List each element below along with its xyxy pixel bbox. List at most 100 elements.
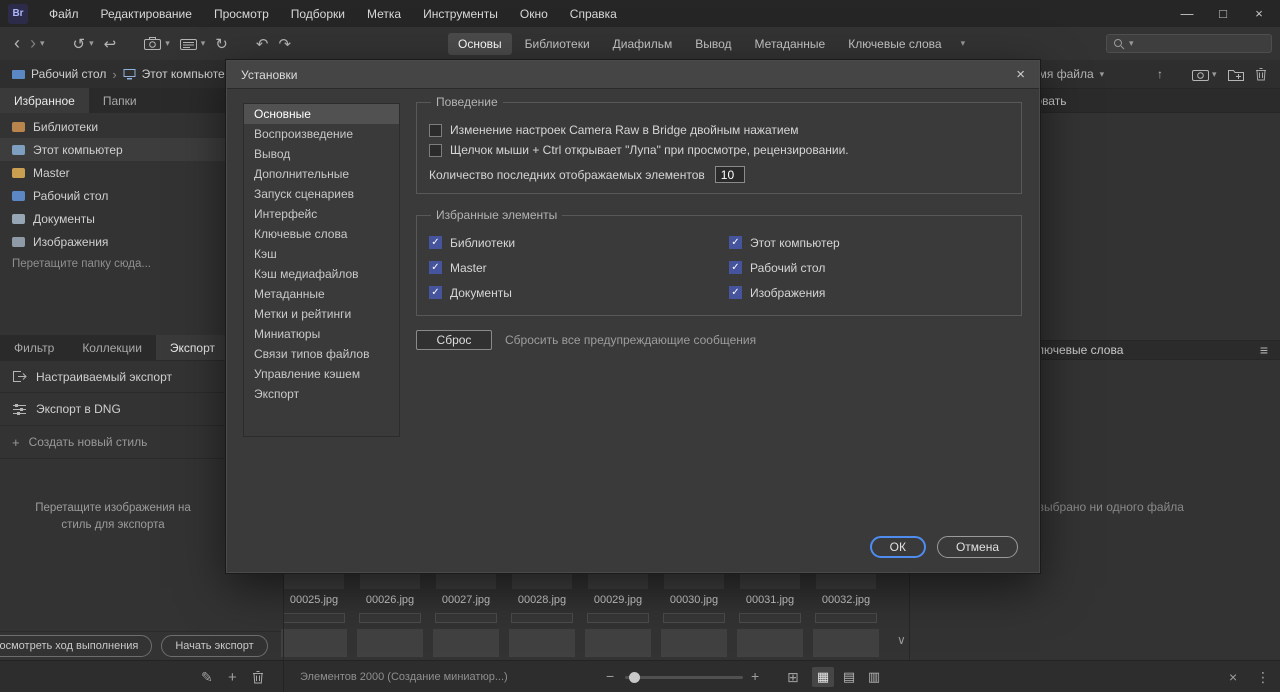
favorite-item-pictures[interactable]: Изображения [0,230,225,253]
workspace-tab-libraries[interactable]: Библиотеки [515,33,600,55]
file-label[interactable]: 00025.jpg [276,594,352,606]
recent-chevron-icon[interactable]: ▾ [89,38,94,49]
prefs-nav-general[interactable]: Основные [244,104,399,124]
camera-raw-icon[interactable] [179,37,197,50]
view-details-icon[interactable]: ▤ [838,667,860,687]
master-checkbox[interactable] [429,261,442,274]
rotate-cw-icon[interactable]: ↷ [278,35,291,53]
menu-help[interactable]: Справка [559,7,628,21]
trash-icon[interactable] [252,670,264,684]
maximize-icon[interactable]: □ [1216,6,1230,21]
favorite-item-desktop[interactable]: Рабочий стол [0,184,225,207]
get-photos-camera-icon[interactable] [144,37,162,50]
grid-lock-icon[interactable]: ⊞ [787,669,799,686]
rotate-ccw-icon[interactable]: ↶ [256,35,269,53]
view-thumbnails-icon[interactable]: ▦ [812,667,834,687]
menu-edit[interactable]: Редактирование [90,7,203,21]
loupe-checkbox[interactable] [429,143,442,157]
prefs-nav-output[interactable]: Вывод [244,144,399,164]
thumbnail[interactable] [732,629,808,657]
menu-window[interactable]: Окно [509,7,559,21]
workspace-chevron-icon[interactable]: ▾ [961,38,966,49]
refresh-icon[interactable]: ↻ [215,35,228,53]
reset-button[interactable]: Сброс [416,330,492,350]
search-box[interactable]: ▾ [1106,34,1272,53]
close-window-icon[interactable]: × [1252,6,1266,21]
delete-trash-icon[interactable] [1255,60,1267,88]
file-label[interactable]: 00031.jpg [732,594,808,606]
pictures-checkbox[interactable] [729,286,742,299]
prefs-nav-media-cache[interactable]: Кэш медиафайлов [244,264,399,284]
breadcrumb-desktop[interactable]: Рабочий стол [31,67,106,81]
tab-filter[interactable]: Фильтр [0,335,68,360]
thumbnail[interactable] [732,573,808,589]
sort-dropdown[interactable]: Имя файла ▾ [1030,60,1104,88]
search-input[interactable] [1137,37,1265,50]
sort-ascending-icon[interactable]: ↑ [1157,60,1163,88]
new-folder-icon[interactable] [1228,60,1244,88]
forward-icon[interactable]: › [30,33,36,54]
libraries-checkbox[interactable] [429,236,442,249]
boomerang-return-icon[interactable]: ↩ [104,35,117,53]
camera-raw-chevron-icon[interactable]: ▾ [201,38,206,49]
documents-checkbox[interactable] [429,286,442,299]
recent-items-input[interactable] [714,166,745,183]
workspace-tab-essentials[interactable]: Основы [448,32,512,55]
thumbnail[interactable] [580,629,656,657]
workspace-tab-keywords[interactable]: Ключевые слова [838,33,951,55]
prefs-nav-cache-management[interactable]: Управление кэшем [244,364,399,384]
workspace-tab-filmstrip[interactable]: Диафильм [603,33,683,55]
zoom-in-icon[interactable]: + [751,668,759,684]
prefs-nav-keywords[interactable]: Ключевые слова [244,224,399,244]
menu-label[interactable]: Метка [356,7,412,21]
file-label[interactable]: 00027.jpg [428,594,504,606]
thumbnail[interactable] [504,629,580,657]
scroll-down-icon[interactable]: ∨ [897,633,906,647]
tab-favorites[interactable]: Избранное [0,88,89,113]
thumbnail[interactable] [580,573,656,589]
favorite-item-computer[interactable]: Этот компьютер [0,138,225,161]
favorite-item-master[interactable]: Master [0,161,225,184]
thumbnail[interactable] [656,573,732,589]
thumbnail[interactable] [808,629,884,657]
favorite-item-libraries[interactable]: Библиотеки [0,115,225,138]
minimize-icon[interactable]: — [1180,6,1194,21]
menu-view[interactable]: Просмотр [203,7,280,21]
nav-chevron-icon[interactable]: ▾ [40,38,45,49]
thumbnail[interactable] [428,629,504,657]
thumbnail[interactable] [352,573,428,589]
menu-file[interactable]: Файл [38,7,90,21]
menu-stacks[interactable]: Подборки [280,7,356,21]
start-export-button[interactable]: Начать экспорт [161,635,268,657]
favorite-item-documents[interactable]: Документы [0,207,225,230]
tab-export[interactable]: Экспорт [155,335,230,360]
desktop-checkbox[interactable] [729,261,742,274]
thumbnail[interactable] [808,573,884,589]
ok-button[interactable]: ОК [869,536,926,558]
dialog-title-bar[interactable]: Установки × [227,61,1039,89]
search-chevron-icon[interactable]: ▾ [1129,38,1134,49]
file-label[interactable]: 00032.jpg [808,594,884,606]
prefs-nav-interface[interactable]: Интерфейс [244,204,399,224]
menu-tools[interactable]: Инструменты [412,7,509,21]
prefs-nav-playback[interactable]: Воспроизведение [244,124,399,144]
file-label[interactable]: 00030.jpg [656,594,732,606]
view-list-icon[interactable]: ▥ [863,667,885,687]
camera-raw-checkbox[interactable] [429,123,442,137]
panel-menu-icon[interactable]: ≡ [1260,342,1268,358]
thumbnail[interactable] [656,629,732,657]
cancel-button[interactable]: Отмена [936,536,1018,558]
thumbnail[interactable] [276,629,352,657]
view-progress-button[interactable]: Посмотреть ход выполнения [0,635,152,657]
dialog-close-icon[interactable]: × [1016,66,1025,83]
tab-collections[interactable]: Коллекции [68,335,156,360]
prefs-nav-labels[interactable]: Метки и рейтинги [244,304,399,324]
prefs-nav-thumbnails[interactable]: Миниатюры [244,324,399,344]
tab-folders[interactable]: Папки [89,88,151,113]
thumbnail[interactable] [428,573,504,589]
camera-chevron-icon[interactable]: ▾ [165,38,170,49]
prefs-nav-export[interactable]: Экспорт [244,384,399,404]
more-options-icon[interactable]: ⋮ [1256,669,1270,686]
thumbnail[interactable] [276,573,352,589]
prefs-nav-startup-scripts[interactable]: Запуск сценариев [244,184,399,204]
